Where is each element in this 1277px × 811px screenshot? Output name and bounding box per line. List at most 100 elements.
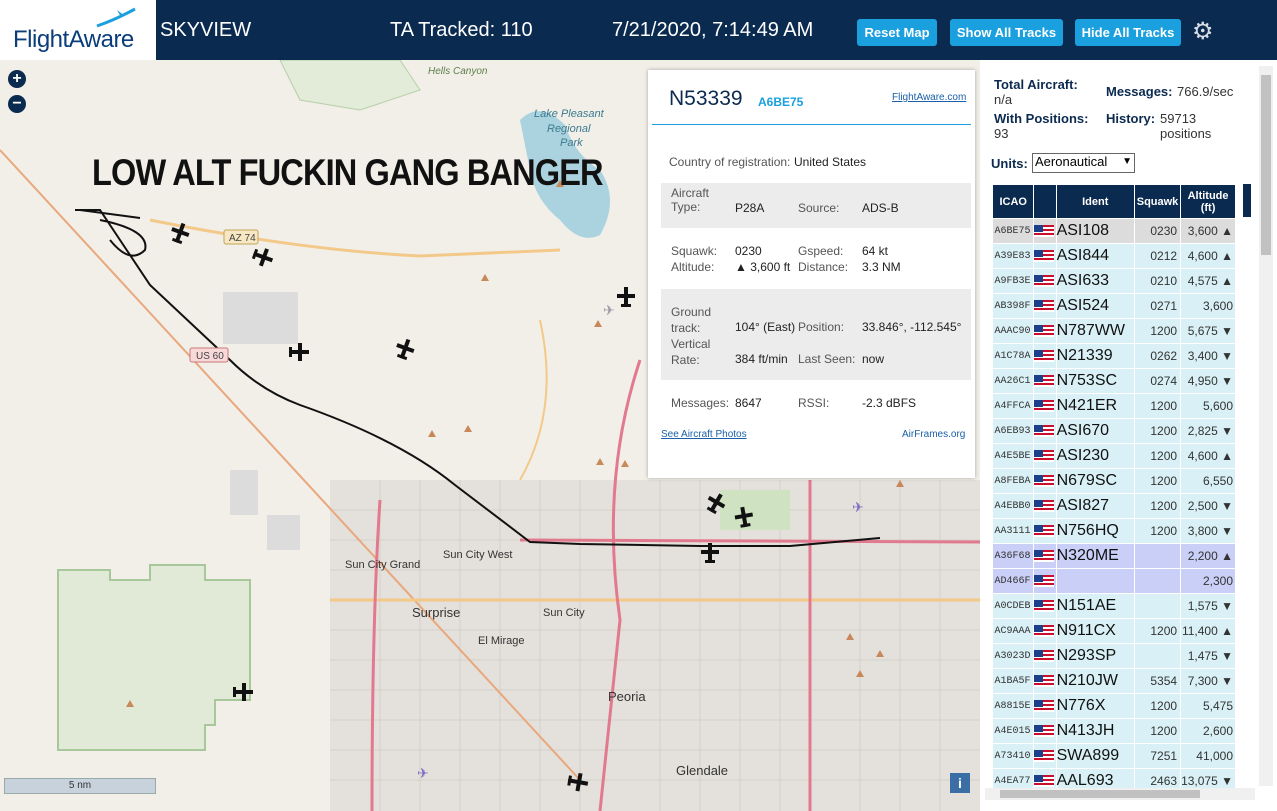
table-cell-ident: N421ER [1056,393,1135,419]
table-cell-flag [1033,593,1057,619]
table-cell-squawk: 1200 [1134,693,1182,719]
aircraft-photos-link[interactable]: See Aircraft Photos [661,429,747,440]
distance-value: 3.3 NM [862,260,901,274]
table-cell-squawk: 0210 [1134,268,1182,294]
table-row[interactable]: A1C78A N21339 0262 3,400 ▼ [992,343,1236,369]
us-flag-icon [1034,574,1055,587]
col-ident[interactable]: Ident [1055,184,1135,219]
table-row[interactable]: A9FB3E ASI633 0210 4,575 ▲ [992,268,1236,294]
us-flag-icon [1034,774,1055,787]
table-row[interactable]: A1BA5F N210JW 5354 7,300 ▼ [992,668,1236,694]
table-row[interactable]: A39E83 ASI844 0212 4,600 ▲ [992,243,1236,269]
overlay-banner-text: LOW ALT FUCKIN GANG BANGER [92,152,604,193]
us-flag-icon [1034,449,1055,462]
place-lake-park: Park [560,137,583,149]
table-cell-ident: SWA899 [1056,743,1135,769]
table-row[interactable]: A4E5BE ASI230 1200 4,600 ▲ [992,443,1236,469]
table-row[interactable]: A4FFCA N421ER 1200 5,600 [992,393,1236,419]
us-flag-icon [1034,549,1055,562]
tracked-count: TA Tracked: 110 [390,19,533,41]
aircraft-table: ICAO Ident Squawk Altitude (ft) A6BE75 AS… [991,184,1236,794]
flightaware-logo[interactable]: FlightAware [0,0,156,60]
table-cell-flag [1033,468,1057,494]
table-cell-altitude: 4,575 ▲ [1180,268,1236,294]
us-flag-icon [1034,274,1055,287]
table-cell-ident: ASI827 [1056,493,1135,519]
table-row[interactable]: A6EB93 ASI670 1200 2,825 ▼ [992,418,1236,444]
table-cell-ident: N320ME [1056,543,1135,569]
table-cell-flag [1033,343,1057,369]
airframes-link[interactable]: AirFrames.org [902,429,965,440]
table-cell-squawk [1134,568,1182,594]
table-cell-flag [1033,518,1057,544]
distance-label: Distance: [798,260,849,274]
history-value: 59713 positions [1160,111,1212,141]
table-row[interactable]: A4EBB0 ASI827 1200 2,500 ▼ [992,493,1236,519]
table-row[interactable]: A4E015 N413JH 1200 2,600 [992,718,1236,744]
table-cell-ident: N151AE [1056,593,1135,619]
table-row[interactable]: AAAC90 N787WW 1200 5,675 ▼ [992,318,1236,344]
hide-all-tracks-button[interactable]: Hide All Tracks [1075,19,1181,46]
source-value: ADS-B [862,201,899,215]
place-glendale: Glendale [676,763,728,778]
info-button[interactable]: i [950,773,970,793]
units-select[interactable]: Aeronautical ▼ [1032,153,1135,173]
table-cell-flag [1033,218,1057,244]
table-cell-squawk: 0230 [1134,218,1182,244]
us-flag-icon [1034,324,1055,337]
table-cell-altitude: 2,600 [1180,718,1236,744]
country-label: Country of registration: [669,155,791,169]
table-cell-icao: AD466F [992,568,1035,594]
flightaware-link[interactable]: FlightAware.com [892,92,966,103]
table-row[interactable]: AA3111 N756HQ 1200 3,800 ▼ [992,518,1236,544]
vertical-scroll-thumb[interactable] [1261,75,1271,255]
reset-map-button[interactable]: Reset Map [857,19,937,46]
us-flag-icon [1034,224,1055,237]
table-row[interactable]: A0CDEB N151AE 1,575 ▼ [992,593,1236,619]
table-cell-squawk: 1200 [1134,443,1182,469]
table-cell-icao: AA26C1 [992,368,1035,394]
table-cell-altitude: 3,400 ▼ [1180,343,1236,369]
table-cell-ident: N293SP [1056,643,1135,669]
horizontal-scroll-thumb[interactable] [1000,790,1200,798]
table-cell-icao: A0CDEB [992,593,1035,619]
table-row[interactable]: AC9AAA N911CX 1200 11,400 ▲ [992,618,1236,644]
col-altitude[interactable]: Altitude (ft) [1180,184,1236,219]
table-cell-icao: AB398F [992,293,1035,319]
zoom-in-button[interactable]: + [8,70,26,88]
table-cell-ident: ASI844 [1056,243,1135,269]
col-squawk[interactable]: Squawk [1133,184,1182,219]
ground-track-value: 104° (East) [735,320,796,334]
table-row[interactable]: AA26C1 N753SC 0274 4,950 ▼ [992,368,1236,394]
col-flag[interactable] [1033,184,1057,219]
aircraft-detail-popup: N53339 A6BE75 FlightAware.com Country of… [648,70,975,478]
table-cell-flag [1033,718,1057,744]
col-icao[interactable]: ICAO [991,184,1035,219]
table-row[interactable]: A8815E N776X 1200 5,475 [992,693,1236,719]
table-row[interactable]: A36F68 N320ME 2,200 ▲ [992,543,1236,569]
table-row[interactable]: AB398F ASI524 0271 3,600 [992,293,1236,319]
table-cell-icao: A4E5BE [992,443,1035,469]
table-row[interactable]: A73410 SWA899 7251 41,000 [992,743,1236,769]
table-cell-altitude: 5,600 [1180,393,1236,419]
table-cell-altitude: 1,475 ▼ [1180,643,1236,669]
table-cell-ident: N787WW [1056,318,1135,344]
table-cell-ident: N756HQ [1056,518,1135,544]
us-flag-icon [1034,699,1055,712]
place-sun-city: Sun City [543,607,585,619]
gear-icon[interactable]: ⚙ [1192,17,1214,46]
table-row[interactable]: AD466F 2,300 [992,568,1236,594]
zoom-out-button[interactable]: − [8,95,26,113]
road-label-us60: US 60 [196,351,224,362]
table-cell-altitude: 2,200 ▲ [1180,543,1236,569]
logo-plane-icon [96,7,136,28]
place-surprise: Surprise [412,605,460,620]
table-row[interactable]: A8FEBA N679SC 1200 6,550 [992,468,1236,494]
us-flag-icon [1034,524,1055,537]
airport-icon: ✈ [603,302,615,318]
table-cell-altitude: 2,300 [1180,568,1236,594]
table-row[interactable]: A6BE75 ASI108 0230 3,600 ▲ [992,218,1236,244]
vertical-rate-value: 384 ft/min [735,352,788,366]
show-all-tracks-button[interactable]: Show All Tracks [950,19,1063,46]
table-row[interactable]: A3023D N293SP 1,475 ▼ [992,643,1236,669]
